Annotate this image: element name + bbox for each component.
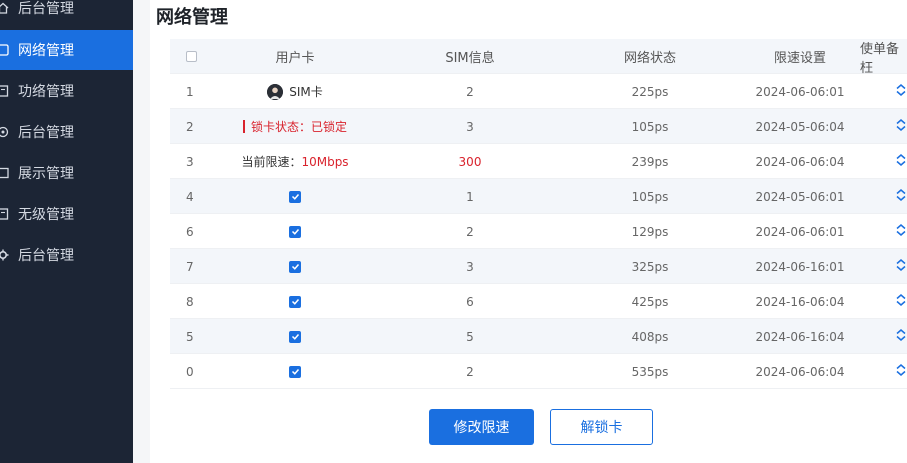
sidebar-item-backend-1[interactable]: 后台管理 [0, 0, 133, 28]
row-number: 5 [186, 329, 194, 344]
settings-icon [0, 125, 10, 139]
network-status: 535ps [631, 364, 669, 379]
select-all-checkbox[interactable] [186, 51, 197, 62]
row-number: 7 [186, 259, 194, 274]
row-checkbox[interactable] [289, 330, 301, 343]
lock-indicator [242, 120, 245, 133]
row-number: 6 [186, 224, 194, 239]
sim-info: 2 [466, 84, 474, 99]
network-status: 239ps [631, 154, 669, 169]
limit-setting: 2024-06-16:04 [755, 329, 845, 344]
sidebar-item-network[interactable]: 网络管理 [0, 30, 133, 70]
network-status: 408ps [631, 329, 669, 344]
sidebar-item-label: 功络管理 [18, 84, 74, 100]
sidebar-item-display[interactable]: 展示管理 [0, 153, 133, 193]
limit-setting: 2024-06-06:01 [755, 84, 845, 99]
sort-icon[interactable] [895, 153, 907, 170]
network-status: 129ps [631, 224, 669, 239]
sidebar-item-label: 后台管理 [18, 125, 74, 141]
network-status: 325ps [631, 259, 669, 274]
row-number: 4 [186, 189, 194, 204]
sidebar-item-label: 网络管理 [18, 43, 74, 59]
sort-icon[interactable] [895, 293, 907, 310]
document-icon [0, 207, 10, 221]
limit-setting: 2024-06-06:04 [755, 154, 845, 169]
sort-icon[interactable] [895, 83, 907, 100]
sort-icon[interactable] [895, 363, 907, 380]
network-status: 225ps [631, 84, 669, 99]
limit-setting: 2024-05-06:04 [755, 119, 845, 134]
sidebar-item-level[interactable]: 无级管理 [0, 194, 133, 234]
sim-info: 6 [466, 294, 474, 309]
sort-icon[interactable] [895, 258, 907, 275]
table-row[interactable]: 6 2 129ps 2024-06-06:01 [170, 214, 907, 249]
row-checkbox[interactable] [289, 365, 301, 378]
sim-info: 3 [466, 119, 474, 134]
row-number: 0 [186, 364, 194, 379]
table-row[interactable]: 8 6 425ps 2024-16-06:04 [170, 284, 907, 319]
display-icon [0, 166, 10, 180]
sidebar-item-function[interactable]: 功络管理 [0, 71, 133, 111]
limit-setting: 2024-05-06:01 [755, 189, 845, 204]
network-status: 105ps [631, 119, 669, 134]
table-row[interactable]: 5 5 408ps 2024-06-16:04 [170, 319, 907, 354]
avatar [267, 83, 284, 100]
limit-setting: 2024-06-06:01 [755, 224, 845, 239]
sim-info: 3 [466, 259, 474, 274]
row-checkbox[interactable] [289, 225, 301, 238]
page-title: 网络管理 [156, 7, 228, 28]
speed-limit-value: 10Mbps [301, 154, 349, 169]
sidebar-item-backend-3[interactable]: 后台管理 [0, 235, 133, 275]
column-header-card: 用户卡 [275, 51, 315, 66]
document-icon [0, 84, 10, 98]
row-checkbox[interactable] [289, 260, 301, 273]
sidebar-item-label: 后台管理 [18, 248, 74, 264]
sim-info: 2 [466, 364, 474, 379]
sim-info: 2 [466, 224, 474, 239]
sidebar-item-label: 无级管理 [18, 207, 74, 223]
column-header-status: 网络状态 [623, 51, 676, 66]
sort-icon[interactable] [895, 118, 907, 135]
table-row[interactable]: 3 当前限速： 10Mbps 300 239ps 2024-06-06:04 [170, 144, 907, 179]
limit-setting: 2024-06-16:01 [755, 259, 845, 274]
limit-setting: 2024-16-06:04 [755, 294, 845, 309]
row-number: 1 [186, 84, 194, 99]
modify-limit-button[interactable]: 修改限速 [429, 409, 534, 445]
network-status: 425ps [631, 294, 669, 309]
sidebar-item-label: 后台管理 [18, 1, 74, 17]
table-row[interactable]: 4 1 105ps 2024-05-06:01 [170, 179, 907, 214]
row-checkbox[interactable] [289, 190, 301, 203]
column-header-remark: 使单备枉 [860, 41, 900, 76]
table-row[interactable]: 1 SIM卡 2 225ps 2024-06-06:01 [170, 74, 907, 109]
limit-setting: 2024-06-06:04 [755, 364, 845, 379]
sidebar-item-backend-2[interactable]: 后台管理 [0, 112, 133, 152]
sim-info: 300 [458, 154, 482, 169]
row-checkbox[interactable] [289, 295, 301, 308]
sim-info: 5 [466, 329, 474, 344]
sort-icon[interactable] [895, 188, 907, 205]
table-header: 用户卡 SIM信息 网络状态 限速设置 使单备枉 [170, 39, 907, 76]
lock-status: 锁卡状态：已锁定 [250, 120, 347, 134]
speed-limit-prefix: 当前限速： [241, 155, 302, 169]
home-icon [0, 1, 10, 15]
column-header-limit: 限速设置 [773, 51, 826, 66]
sim-card-label: SIM卡 [289, 85, 323, 99]
table-row[interactable]: 0 2 535ps 2024-06-06:04 [170, 354, 907, 389]
column-header-sim: SIM信息 [445, 51, 495, 66]
network-icon [0, 43, 10, 57]
gear-icon [0, 248, 10, 262]
row-number: 2 [186, 119, 194, 134]
table-row[interactable]: 2 锁卡状态：已锁定 3 105ps 2024-05-06:04 [170, 109, 907, 144]
row-number: 8 [186, 294, 194, 309]
sort-icon[interactable] [895, 328, 907, 345]
sim-info: 1 [466, 189, 474, 204]
main-content: 网络管理 用户卡 SIM信息 网络状态 限速设置 使单备枉 1 SIM卡 2 2… [150, 0, 907, 463]
unlock-card-button[interactable]: 解锁卡 [550, 409, 653, 445]
sidebar-item-label: 展示管理 [18, 166, 74, 182]
row-number: 3 [186, 154, 194, 169]
network-status: 105ps [631, 189, 669, 204]
table-row[interactable]: 7 3 325ps 2024-06-16:01 [170, 249, 907, 284]
sort-icon[interactable] [895, 223, 907, 240]
sidebar: 后台管理 网络管理 功络管理 后台管理 展示管理 无级管理 后台管理 [0, 0, 133, 463]
